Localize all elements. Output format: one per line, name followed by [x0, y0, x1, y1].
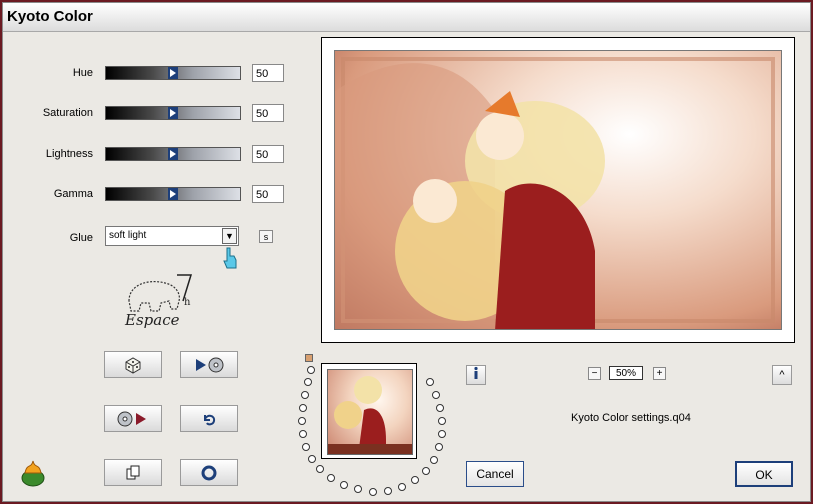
- play-disc-icon: [196, 357, 224, 372]
- info-button[interactable]: [466, 365, 486, 385]
- svg-text:h: h: [184, 297, 191, 308]
- saturation-value-field[interactable]: 50: [252, 104, 284, 122]
- zoom-out-button[interactable]: −: [588, 367, 601, 380]
- load-disc-button[interactable]: [104, 405, 162, 432]
- glue-s-button[interactable]: s: [259, 230, 273, 243]
- cancel-button[interactable]: Cancel: [466, 461, 524, 487]
- glue-selected-value: soft light: [109, 230, 147, 241]
- undo-icon: [204, 414, 216, 425]
- preview-image[interactable]: [334, 50, 782, 330]
- lightness-label: Lightness: [45, 148, 93, 160]
- randomize-button[interactable]: [104, 351, 162, 378]
- flaming-pear-icon[interactable]: [19, 459, 47, 487]
- title-bar[interactable]: Kyoto Color: [3, 3, 810, 32]
- zoom-level[interactable]: 50%: [609, 366, 643, 380]
- thumbnail-artwork: [328, 376, 412, 454]
- saturation-label: Saturation: [42, 107, 93, 119]
- saturation-slider[interactable]: [105, 106, 241, 120]
- ok-button[interactable]: OK: [735, 461, 793, 487]
- gamma-slider[interactable]: [105, 187, 241, 201]
- thumbnail-navigator[interactable]: [321, 363, 417, 459]
- lightness-slider-thumb[interactable]: [168, 148, 178, 160]
- play-save-button[interactable]: [180, 351, 238, 378]
- thumbnail-color-swatch[interactable]: [305, 354, 313, 362]
- lightness-value-field[interactable]: 50: [252, 145, 284, 163]
- hand-cursor-icon: [223, 247, 237, 269]
- gamma-slider-thumb[interactable]: [168, 188, 178, 200]
- chevron-down-icon[interactable]: ▼: [222, 228, 237, 244]
- preview-artwork: [335, 57, 775, 329]
- glue-label: Glue: [69, 232, 93, 244]
- gamma-label: Gamma: [53, 188, 93, 200]
- window-title: Kyoto Color: [7, 8, 93, 25]
- cancel-button-label: Cancel: [476, 467, 514, 481]
- logo-text: Espace: [124, 311, 180, 329]
- espace7-logo: Espace h: [121, 271, 201, 329]
- info-icon: [474, 366, 478, 379]
- hue-slider[interactable]: [105, 66, 241, 80]
- dialog-window: Kyoto Color Hue 50 Saturation 50 Lightne…: [2, 2, 811, 502]
- saturation-slider-thumb[interactable]: [168, 107, 178, 119]
- thumbnail-image: [327, 369, 413, 455]
- undo-button[interactable]: [180, 405, 238, 432]
- zoom-in-button[interactable]: +: [653, 367, 666, 380]
- ok-button-label: OK: [755, 468, 773, 482]
- preview-panel: [321, 37, 795, 343]
- copy-icon: [126, 465, 140, 479]
- collapse-button[interactable]: ^: [772, 365, 792, 385]
- copy-button[interactable]: [104, 459, 162, 486]
- elephant-logo-icon: Espace h: [124, 274, 193, 329]
- glue-select[interactable]: soft light ▼: [105, 226, 239, 246]
- hue-slider-thumb[interactable]: [168, 67, 178, 79]
- hue-value-field[interactable]: 50: [252, 64, 284, 82]
- ring-icon: [201, 465, 217, 480]
- disc-play-icon: [117, 411, 146, 426]
- gamma-value-field[interactable]: 50: [252, 185, 284, 203]
- lightness-slider[interactable]: [105, 147, 241, 161]
- reset-button[interactable]: [180, 459, 238, 486]
- dice-icon: [125, 356, 141, 374]
- hue-label: Hue: [72, 67, 93, 79]
- settings-filename: Kyoto Color settings.q04: [571, 412, 691, 424]
